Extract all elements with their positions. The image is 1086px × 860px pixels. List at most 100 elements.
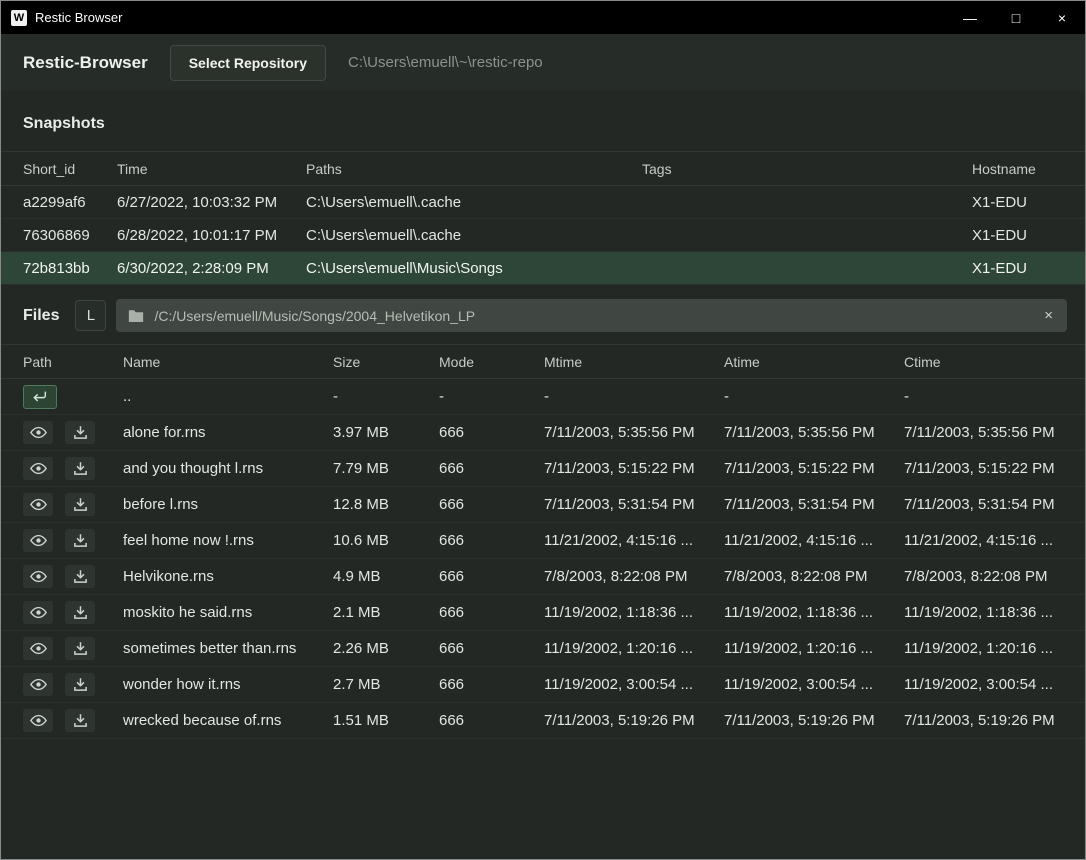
file-mtime: - (544, 388, 724, 405)
files-table-body: ..-----alone for.rns3.97 MB6667/11/2003,… (1, 379, 1085, 739)
snapshot-row[interactable]: 72b813bb6/30/2022, 2:28:09 PMC:\Users\em… (1, 252, 1085, 285)
eye-icon (30, 642, 47, 655)
download-file-button[interactable] (65, 529, 95, 552)
clear-path-icon[interactable]: × (1042, 307, 1055, 324)
download-file-button[interactable] (65, 493, 95, 516)
view-file-button[interactable] (23, 565, 53, 588)
snapshot-row[interactable]: 763068696/28/2022, 10:01:17 PMC:\Users\e… (1, 219, 1085, 252)
file-size: 7.79 MB (333, 460, 439, 477)
maximize-icon[interactable]: □ (993, 1, 1039, 34)
view-file-button[interactable] (23, 637, 53, 660)
file-ctime: 11/19/2002, 1:18:36 ... (904, 604, 1067, 621)
view-file-button[interactable] (23, 709, 53, 732)
file-atime: 7/8/2003, 8:22:08 PM (724, 568, 904, 585)
file-mode: 666 (439, 532, 544, 549)
download-file-button[interactable] (65, 457, 95, 480)
file-atime: 7/11/2003, 5:31:54 PM (724, 496, 904, 513)
file-size: 2.26 MB (333, 640, 439, 657)
snapshot-short-id: 76306869 (23, 227, 117, 244)
file-name: moskito he said.rns (123, 604, 333, 621)
download-icon (73, 641, 88, 656)
file-name: and you thought l.rns (123, 460, 333, 477)
snapshot-time: 6/27/2022, 10:03:32 PM (117, 194, 306, 211)
view-file-button[interactable] (23, 493, 53, 516)
snapshot-short-id: 72b813bb (23, 260, 117, 277)
snapshot-short-id: a2299af6 (23, 194, 117, 211)
file-row[interactable]: moskito he said.rns2.1 MB66611/19/2002, … (1, 595, 1085, 631)
select-repository-button[interactable]: Select Repository (170, 45, 326, 81)
file-size: 1.51 MB (333, 712, 439, 729)
snapshots-col-tags: Tags (642, 161, 972, 177)
file-atime: 11/21/2002, 4:15:16 ... (724, 532, 904, 549)
download-icon (73, 677, 88, 692)
file-mode: 666 (439, 496, 544, 513)
view-file-button[interactable] (23, 457, 53, 480)
files-path-input[interactable]: /C:/Users/emuell/Music/Songs/2004_Helvet… (116, 299, 1067, 332)
snapshot-paths: C:\Users\emuell\Music\Songs (306, 260, 642, 277)
view-file-button[interactable] (23, 601, 53, 624)
file-row[interactable]: feel home now !.rns10.6 MB66611/21/2002,… (1, 523, 1085, 559)
snapshots-col-time: Time (117, 161, 306, 177)
download-file-button[interactable] (65, 637, 95, 660)
file-row[interactable]: wrecked because of.rns1.51 MB6667/11/200… (1, 703, 1085, 739)
snapshots-table-body: a2299af66/27/2022, 10:03:32 PMC:\Users\e… (1, 186, 1085, 285)
files-header-row: Path Name Size Mode Mtime Atime Ctime (1, 344, 1085, 379)
file-actions (23, 457, 123, 480)
file-mode: 666 (439, 712, 544, 729)
file-row[interactable]: alone for.rns3.97 MB6667/11/2003, 5:35:5… (1, 415, 1085, 451)
snapshot-hostname: X1-EDU (972, 260, 1067, 277)
snapshots-header-row: Short_id Time Paths Tags Hostname (1, 151, 1085, 186)
file-actions (23, 637, 123, 660)
snapshot-hostname: X1-EDU (972, 194, 1067, 211)
file-actions (23, 601, 123, 624)
snapshot-row[interactable]: a2299af66/27/2022, 10:03:32 PMC:\Users\e… (1, 186, 1085, 219)
file-actions (23, 421, 123, 444)
repository-path: C:\Users\emuell\~\restic-repo (348, 54, 543, 71)
file-name: wonder how it.rns (123, 676, 333, 693)
file-name: alone for.rns (123, 424, 333, 441)
files-path-value: /C:/Users/emuell/Music/Songs/2004_Helvet… (154, 308, 475, 324)
file-row[interactable]: before l.rns12.8 MB6667/11/2003, 5:31:54… (1, 487, 1085, 523)
app-logo-icon: W (11, 10, 27, 26)
parent-dir-button[interactable] (23, 385, 57, 409)
snapshot-paths: C:\Users\emuell\.cache (306, 194, 642, 211)
view-file-button[interactable] (23, 421, 53, 444)
file-size: - (333, 388, 439, 405)
download-file-button[interactable] (65, 673, 95, 696)
snapshots-col-short-id: Short_id (23, 161, 117, 177)
file-mode: 666 (439, 424, 544, 441)
file-atime: 7/11/2003, 5:19:26 PM (724, 712, 904, 729)
download-icon (73, 497, 88, 512)
download-icon (73, 461, 88, 476)
eye-icon (30, 570, 47, 583)
download-icon (73, 569, 88, 584)
file-row[interactable]: and you thought l.rns7.79 MB6667/11/2003… (1, 451, 1085, 487)
file-size: 12.8 MB (333, 496, 439, 513)
eye-icon (30, 462, 47, 475)
close-icon[interactable]: × (1039, 1, 1085, 34)
file-parent-row[interactable]: ..----- (1, 379, 1085, 415)
file-actions (23, 529, 123, 552)
files-col-ctime: Ctime (904, 354, 1067, 370)
eye-icon (30, 678, 47, 691)
minimize-icon[interactable]: — (947, 1, 993, 34)
files-root-button[interactable]: L (75, 300, 106, 331)
file-ctime: 7/11/2003, 5:31:54 PM (904, 496, 1067, 513)
file-name: Helvikone.rns (123, 568, 333, 585)
file-size: 3.97 MB (333, 424, 439, 441)
download-file-button[interactable] (65, 565, 95, 588)
download-file-button[interactable] (65, 421, 95, 444)
files-col-name: Name (123, 354, 333, 370)
file-ctime: 11/19/2002, 3:00:54 ... (904, 676, 1067, 693)
file-row[interactable]: wonder how it.rns2.7 MB66611/19/2002, 3:… (1, 667, 1085, 703)
files-col-atime: Atime (724, 354, 904, 370)
file-row[interactable]: sometimes better than.rns2.26 MB66611/19… (1, 631, 1085, 667)
download-file-button[interactable] (65, 601, 95, 624)
file-row[interactable]: Helvikone.rns4.9 MB6667/8/2003, 8:22:08 … (1, 559, 1085, 595)
view-file-button[interactable] (23, 529, 53, 552)
download-file-button[interactable] (65, 709, 95, 732)
file-name: sometimes better than.rns (123, 640, 333, 657)
view-file-button[interactable] (23, 673, 53, 696)
file-mode: - (439, 388, 544, 405)
files-title: Files (23, 307, 59, 325)
